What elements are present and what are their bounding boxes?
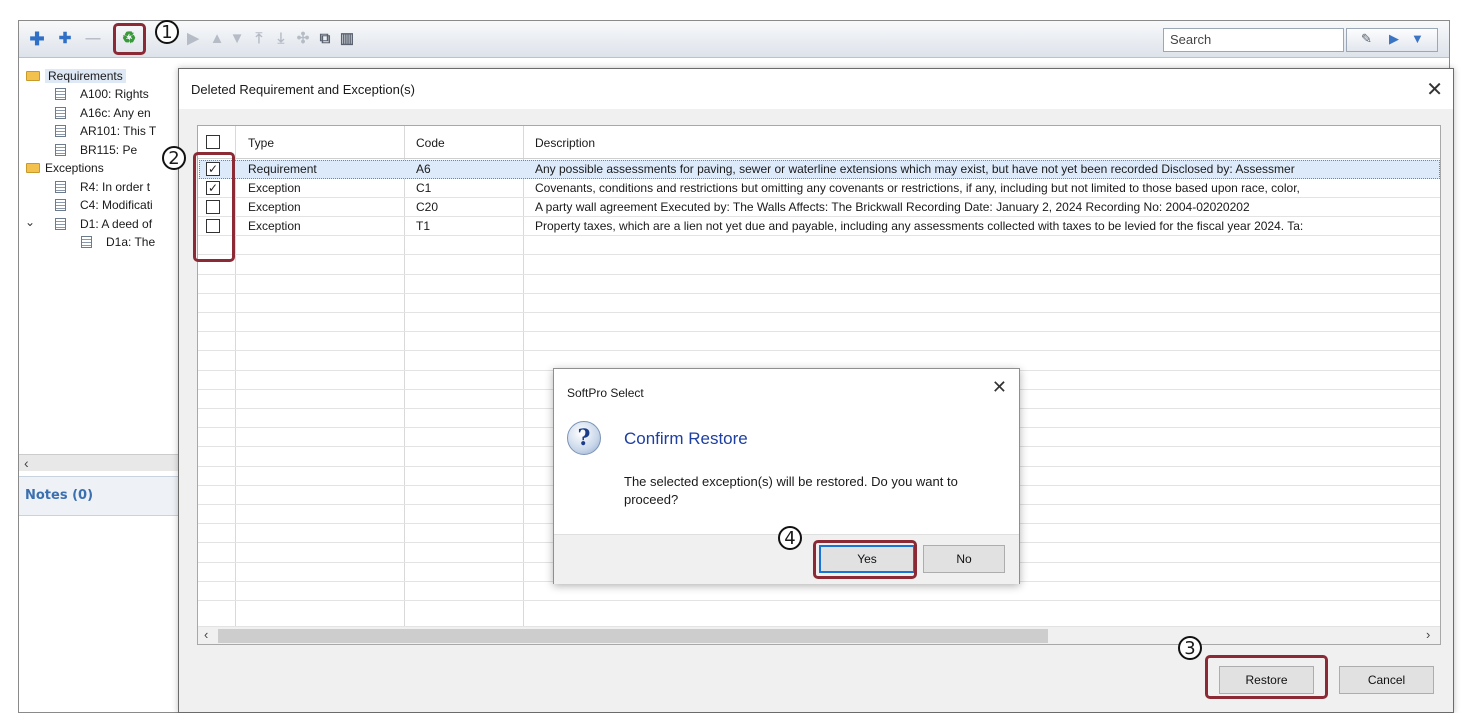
cell-type: Exception [248, 219, 301, 233]
cancel-button[interactable]: Cancel [1339, 666, 1434, 694]
scrollbar-thumb[interactable] [218, 629, 1048, 643]
callout-highlight-checkboxes [193, 152, 235, 262]
play-icon[interactable]: ▶ [183, 29, 203, 49]
callout-highlight-restore-icon [113, 23, 146, 55]
move-up-icon[interactable]: ▲ [207, 29, 227, 49]
search-buttons: ✎ ▶ ▼ [1346, 28, 1438, 52]
cell-code: C20 [416, 200, 439, 214]
remove-icon[interactable]: — [83, 29, 103, 49]
toolbar: ✚ ✚ — ♻ ▶ ▲ ▼ ⤒ ⤓ ✣ ⧉ ▥ Search ✎ ▶ ▼ [19, 21, 1449, 58]
document-icon [55, 181, 66, 193]
scroll-left-icon[interactable]: ‹ [24, 455, 29, 471]
document-icon [55, 88, 66, 100]
cell-description: Property taxes, which are a lien not yet… [535, 219, 1304, 233]
tree-item[interactable]: D1: A deed of [55, 215, 152, 233]
tree-folder-requirements[interactable]: Requirements [26, 67, 126, 85]
confirm-message: The selected exception(s) will be restor… [624, 474, 958, 507]
search-go-icon[interactable]: ▶ [1389, 31, 1399, 47]
tree-scrollbar[interactable]: ‹ [19, 454, 179, 471]
document-icon [55, 125, 66, 137]
tree-item[interactable]: AR101: This T [55, 122, 156, 140]
close-icon[interactable]: ✕ [992, 377, 1007, 398]
tree-item[interactable]: BR115: Pe [55, 141, 137, 159]
copy-icon[interactable]: ⧉ [315, 29, 335, 49]
callout-highlight-yes-button [813, 540, 917, 579]
chevron-down-icon[interactable]: ⌄ [25, 215, 35, 229]
cell-code: A6 [416, 162, 431, 176]
document-icon [55, 199, 66, 211]
tree-item[interactable]: A100: Rights [55, 85, 149, 103]
add-child-icon[interactable]: ✚ [55, 29, 75, 49]
search-input[interactable]: Search [1163, 28, 1344, 52]
notes-panel-header[interactable]: Notes (0) [19, 476, 179, 516]
cell-type: Requirement [248, 162, 317, 176]
cell-type: Exception [248, 200, 301, 214]
search-dropdown-icon[interactable]: ▼ [1411, 31, 1424, 46]
select-all-checkbox[interactable] [206, 135, 220, 149]
tree-item[interactable]: D1a: The [81, 233, 155, 251]
cell-description: A party wall agreement Executed by: The … [535, 200, 1250, 214]
close-icon[interactable]: ✕ [1426, 77, 1443, 102]
scroll-left-icon[interactable]: ‹ [204, 627, 208, 642]
callout-highlight-restore-button [1205, 655, 1328, 699]
tree-item[interactable]: C4: Modificati [55, 196, 153, 214]
dialog-titlebar: Deleted Requirement and Exception(s) ✕ [179, 69, 1453, 109]
document-icon [55, 107, 66, 119]
cell-code: C1 [416, 181, 432, 195]
confirm-heading: Confirm Restore [624, 429, 748, 448]
move-bottom-icon[interactable]: ⤓ [271, 29, 291, 49]
question-icon: ? [567, 421, 601, 455]
document-icon [81, 236, 92, 248]
move-top-icon[interactable]: ⤒ [249, 29, 269, 49]
column-header-description[interactable]: Description [535, 136, 595, 150]
column-header-type[interactable]: Type [248, 136, 274, 150]
folder-icon [26, 71, 40, 81]
document-icon [55, 218, 66, 230]
cell-code: T1 [416, 219, 431, 233]
cell-description: Any possible assessments for paving, sew… [535, 162, 1295, 176]
confirm-dialog-title: SoftPro Select [567, 386, 644, 400]
cell-description: Covenants, conditions and restrictions b… [535, 181, 1300, 195]
callout-number: 3 [1178, 636, 1202, 660]
dialog-title: Deleted Requirement and Exception(s) [191, 82, 416, 97]
cell-type: Exception [248, 181, 301, 195]
tree-item[interactable]: R4: In order t [55, 178, 150, 196]
move-down-icon[interactable]: ▼ [227, 29, 247, 49]
confirm-restore-dialog: SoftPro Select ✕ ? Confirm Restore The s… [553, 368, 1020, 584]
tree-panel: Requirements A100: Rights A16c: Any en A… [19, 59, 179, 454]
eraser-icon[interactable]: ✎ [1361, 31, 1372, 47]
callout-number: 2 [162, 146, 186, 170]
grid-horizontal-scrollbar[interactable]: ‹ › [198, 626, 1440, 644]
scroll-right-icon[interactable]: › [1426, 627, 1430, 642]
document-icon [55, 144, 66, 156]
columns-icon[interactable]: ▥ [337, 29, 357, 49]
tree-folder-exceptions[interactable]: Exceptions [26, 159, 104, 177]
add-icon[interactable]: ✚ [27, 29, 47, 49]
callout-number: 1 [155, 20, 179, 44]
tree-item[interactable]: A16c: Any en [55, 104, 151, 122]
no-button[interactable]: No [923, 545, 1005, 573]
column-header-code[interactable]: Code [416, 136, 445, 150]
callout-number: 4 [778, 526, 802, 550]
split-icon[interactable]: ✣ [293, 29, 313, 49]
folder-icon [26, 163, 40, 173]
